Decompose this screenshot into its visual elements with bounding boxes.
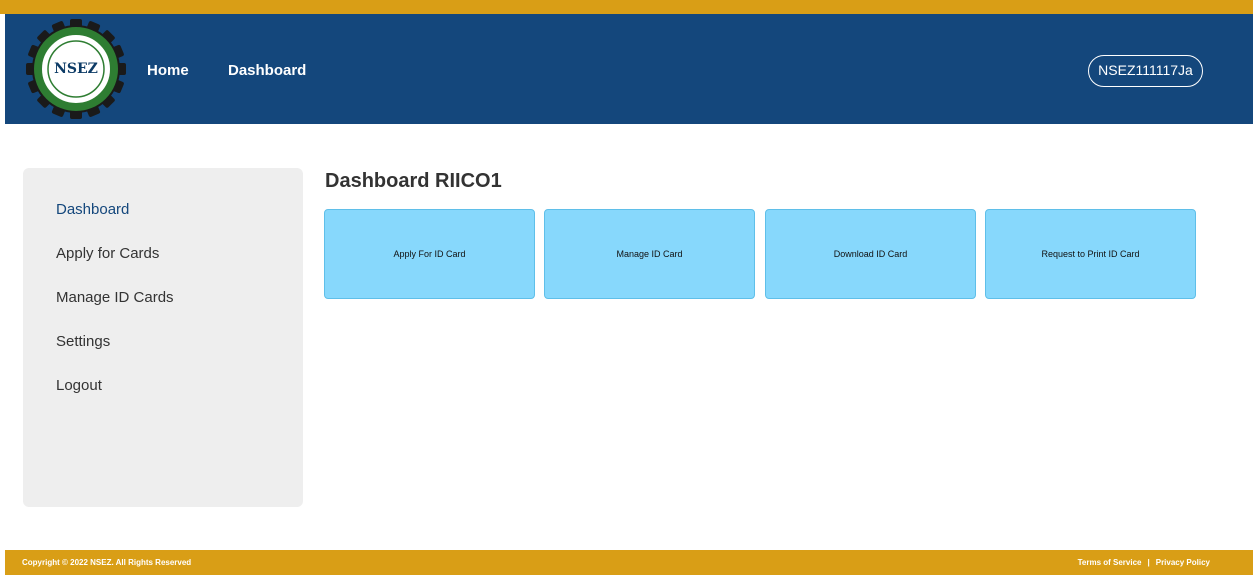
sidebar-item-dashboard[interactable]: Dashboard: [56, 201, 129, 219]
header-bar: NSEZ Home Dashboard NSEZ111117Ja: [5, 14, 1253, 124]
apply-id-card-tile[interactable]: Apply For ID Card: [324, 209, 535, 299]
sidebar-item-manage-id-cards[interactable]: Manage ID Cards: [56, 289, 174, 307]
sidebar-item-apply-for-cards[interactable]: Apply for Cards: [56, 245, 159, 263]
terms-of-service-link[interactable]: Terms of Service: [1078, 558, 1142, 567]
user-id-badge[interactable]: NSEZ111117Ja: [1088, 55, 1203, 87]
request-print-id-card-tile[interactable]: Request to Print ID Card: [985, 209, 1196, 299]
footer-separator: |: [1147, 558, 1150, 567]
nsez-logo[interactable]: NSEZ: [24, 17, 128, 121]
nav-home-link[interactable]: Home: [147, 62, 189, 80]
page-title: Dashboard RIICO1: [325, 170, 502, 192]
footer-bar: Copyright © 2022 NSEZ. All Rights Reserv…: [5, 550, 1253, 575]
nav-dashboard-link[interactable]: Dashboard: [228, 62, 306, 80]
copyright-text: Copyright © 2022 NSEZ. All Rights Reserv…: [22, 558, 192, 567]
download-id-card-tile[interactable]: Download ID Card: [765, 209, 976, 299]
sidebar-item-logout[interactable]: Logout: [56, 377, 102, 395]
sidebar: Dashboard Apply for Cards Manage ID Card…: [23, 168, 303, 507]
gear-logo-icon: NSEZ: [26, 19, 126, 119]
privacy-policy-link[interactable]: Privacy Policy: [1156, 558, 1210, 567]
sidebar-item-settings[interactable]: Settings: [56, 333, 110, 351]
manage-id-card-tile[interactable]: Manage ID Card: [544, 209, 755, 299]
top-accent-strip: [0, 0, 1253, 14]
logo-text: NSEZ: [54, 61, 98, 77]
footer-links: Terms of Service | Privacy Policy: [1078, 558, 1210, 567]
